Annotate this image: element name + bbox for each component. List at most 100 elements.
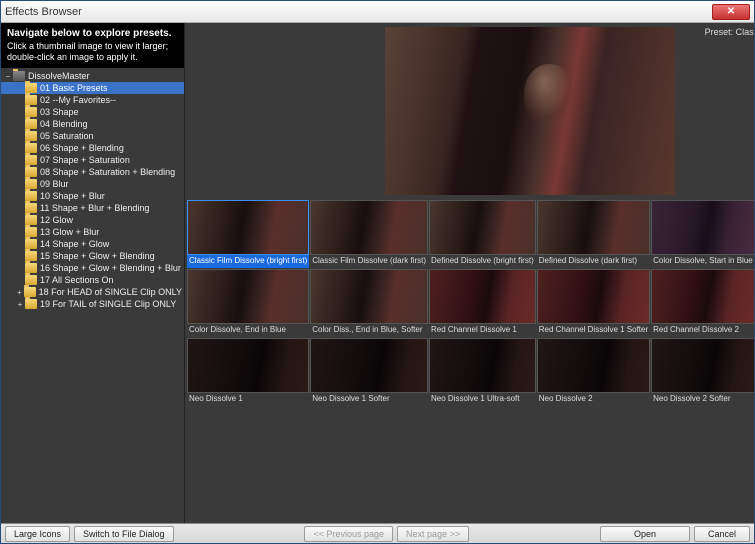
thumbnail-image [537, 338, 650, 393]
tree-label: 18 For HEAD of SINGLE Clip ONLY [39, 287, 182, 297]
hint-line: Click a thumbnail image to view it large… [7, 41, 178, 52]
thumbnail-label: Color Dissolve, Start in Blue [651, 255, 754, 268]
preset-thumbnail[interactable]: Classic Film Dissolve (dark first) [310, 200, 428, 268]
preset-name: Classic Film Dissolve (bright first) [736, 27, 754, 37]
folder-icon [25, 299, 37, 309]
preset-thumbnail[interactable]: Neo Dissolve 2 [537, 338, 650, 406]
thumbnail-label: Defined Dissolve (dark first) [537, 255, 650, 268]
tree-label: 12 Glow [40, 215, 73, 225]
folder-icon [25, 275, 37, 285]
folder-icon [25, 263, 37, 273]
tree-label: 09 Blur [40, 179, 69, 189]
folder-icon [25, 155, 37, 165]
preset-thumbnail[interactable]: Red Channel Dissolve 1 [429, 269, 536, 337]
close-icon: ✕ [727, 6, 735, 17]
preview-image [385, 27, 675, 195]
tree-label: 15 Shape + Glow + Blending [40, 251, 155, 261]
thumbnail-label: Neo Dissolve 1 Ultra-soft [429, 393, 536, 406]
titlebar: Effects Browser ✕ [1, 1, 754, 23]
preset-thumbnail[interactable]: Color Dissolve, End in Blue [187, 269, 309, 337]
thumbnail-label: Neo Dissolve 2 Softer [651, 393, 754, 406]
tree-label: 07 Shape + Saturation [40, 155, 130, 165]
previous-page-button[interactable]: << Previous page [304, 526, 393, 542]
tree-label: 13 Glow + Blur [40, 227, 99, 237]
thumbnail-label: Red Channel Dissolve 2 [651, 324, 754, 337]
preset-thumbnail[interactable]: Red Channel Dissolve 2 [651, 269, 754, 337]
tree-label: 03 Shape [40, 107, 79, 117]
thumbnail-image [651, 269, 754, 324]
tree-item[interactable]: +19 For TAIL of SINGLE Clip ONLY [1, 298, 184, 310]
hint-line: double-click an image to apply it. [7, 52, 178, 63]
preset-thumbnail[interactable]: Neo Dissolve 2 Softer [651, 338, 754, 406]
main-panel: Preset: Classic Film Dissolve (bright fi… [185, 23, 754, 523]
thumbnail-label: Color Dissolve, End in Blue [187, 324, 309, 337]
thumbnail-image [310, 338, 428, 393]
preset-thumbnail[interactable]: Red Channel Dissolve 1 Softer [537, 269, 650, 337]
tree-label: 08 Shape + Saturation + Blending [40, 167, 175, 177]
tree-label: 14 Shape + Glow [40, 239, 109, 249]
thumbnail-image [187, 338, 309, 393]
hint-title: Navigate below to explore presets. [7, 28, 178, 41]
thumbnail-label: Neo Dissolve 2 [537, 393, 650, 406]
folder-icon [25, 107, 37, 117]
tree-label: 01 Basic Presets [40, 83, 108, 93]
folder-icon [25, 251, 37, 261]
cancel-button[interactable]: Cancel [694, 526, 750, 542]
preset-thumbnail[interactable]: Color Dissolve, Start in Blue [651, 200, 754, 268]
tree-label: 19 For TAIL of SINGLE Clip ONLY [40, 299, 176, 309]
folder-icon [25, 119, 37, 129]
preview-area: Preset: Classic Film Dissolve (bright fi… [185, 23, 754, 198]
hint-box: Navigate below to explore presets. Click… [1, 23, 184, 68]
thumbnail-label: Neo Dissolve 1 Softer [310, 393, 428, 406]
switch-to-file-dialog-button[interactable]: Switch to File Dialog [74, 526, 174, 542]
preset-thumbnail[interactable]: Defined Dissolve (dark first) [537, 200, 650, 268]
collapse-icon[interactable]: − [3, 72, 13, 81]
thumbnail-label: Defined Dissolve (bright first) [429, 255, 536, 268]
thumbnail-label: Neo Dissolve 1 [187, 393, 309, 406]
preset-thumbnail[interactable]: Color Diss., End in Blue, Softer [310, 269, 428, 337]
preset-thumbnail[interactable]: Classic Film Dissolve (bright first) [187, 200, 309, 268]
tree-label: 10 Shape + Blur [40, 191, 105, 201]
tree-label: 04 Blending [40, 119, 88, 129]
thumbnail-area: Classic Film Dissolve (bright first)Clas… [185, 198, 754, 523]
thumbnail-label: Color Diss., End in Blue, Softer [310, 324, 428, 337]
tree-label: DissolveMaster [28, 71, 90, 81]
thumbnail-image [310, 200, 428, 255]
open-button[interactable]: Open [600, 526, 690, 542]
expand-icon[interactable]: + [15, 300, 25, 309]
expand-icon[interactable]: + [15, 288, 24, 297]
close-button[interactable]: ✕ [712, 4, 750, 20]
folder-icon [25, 203, 37, 213]
thumbnail-image [429, 338, 536, 393]
preset-thumbnail[interactable]: Neo Dissolve 1 Softer [310, 338, 428, 406]
window-title: Effects Browser [5, 6, 712, 18]
folder-icon [25, 131, 37, 141]
next-page-button[interactable]: Next page >> [397, 526, 469, 542]
folder-icon [25, 143, 37, 153]
tree-label: 05 Saturation [40, 131, 94, 141]
thumbnail-label: Red Channel Dissolve 1 [429, 324, 536, 337]
thumbnail-image [537, 269, 650, 324]
tree-label: 02 --My Favorites-- [40, 95, 116, 105]
preset-thumbnail[interactable]: Neo Dissolve 1 [187, 338, 309, 406]
thumbnail-grid: Classic Film Dissolve (bright first)Clas… [187, 200, 754, 406]
preset-thumbnail[interactable]: Neo Dissolve 1 Ultra-soft [429, 338, 536, 406]
content-area: Navigate below to explore presets. Click… [1, 23, 754, 523]
folder-icon [25, 83, 37, 93]
folder-icon [24, 287, 36, 297]
thumbnail-image [429, 269, 536, 324]
preset-tree[interactable]: − DissolveMaster 01 Basic Presets 02 --My F… [1, 68, 184, 523]
preset-label: Preset: Classic Film Dissolve (bright fi… [705, 27, 754, 37]
folder-icon [13, 71, 25, 81]
folder-icon [25, 239, 37, 249]
folder-icon [25, 167, 37, 177]
thumbnail-image [429, 200, 536, 255]
thumbnail-label: Classic Film Dissolve (bright first) [187, 255, 309, 268]
tree-label: 06 Shape + Blending [40, 143, 124, 153]
footer: Large Icons Switch to File Dialog << Pre… [1, 523, 754, 543]
sidebar: Navigate below to explore presets. Click… [1, 23, 185, 523]
effects-browser-window: Effects Browser ✕ Navigate below to expl… [0, 0, 755, 544]
preset-thumbnail[interactable]: Defined Dissolve (bright first) [429, 200, 536, 268]
large-icons-button[interactable]: Large Icons [5, 526, 70, 542]
folder-icon [25, 191, 37, 201]
